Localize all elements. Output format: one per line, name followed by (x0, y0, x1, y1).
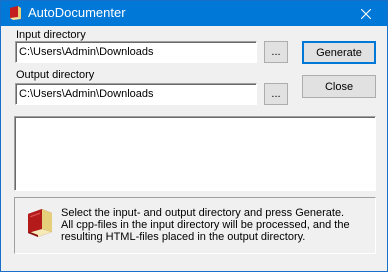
input-browse-button[interactable]: ... (264, 41, 288, 63)
output-browse-button[interactable]: ... (264, 83, 288, 105)
output-directory-field[interactable] (15, 83, 257, 105)
input-directory-field[interactable] (15, 41, 257, 63)
info-text: Select the input- and output directory a… (61, 207, 361, 243)
close-icon (361, 8, 371, 19)
book-icon (10, 6, 21, 20)
info-line: All cpp-files in the input directory wil… (61, 219, 350, 231)
generate-button[interactable]: Generate (302, 41, 376, 64)
log-output-area[interactable] (14, 116, 376, 191)
book-icon (28, 209, 52, 237)
info-line: resulting HTML-files placed in the outpu… (61, 231, 306, 243)
output-directory-label: Output directory (16, 69, 95, 81)
title-bar[interactable]: AutoDocumenter (1, 1, 387, 26)
info-line: Select the input- and output directory a… (61, 207, 345, 219)
window-title: AutoDocumenter (28, 5, 126, 20)
window-close-button[interactable] (345, 1, 387, 26)
close-button[interactable]: Close (302, 75, 376, 98)
app-window: AutoDocumenter Input directory ... Outpu… (0, 0, 388, 272)
info-panel: Select the input- and output directory a… (14, 197, 376, 254)
